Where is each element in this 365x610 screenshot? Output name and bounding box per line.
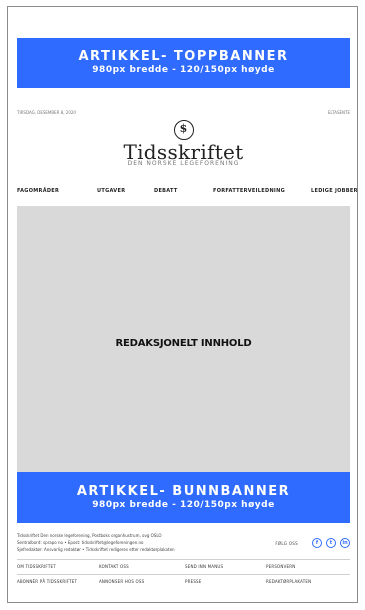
footer-link-kontakt-oss[interactable]: KONTAKT OSS (99, 564, 129, 569)
twitter-icon[interactable]: t (326, 538, 336, 548)
bottom-banner-title: ARTIKKEL- BUNNBANNER (76, 484, 291, 499)
page-mockup: ARTIKKEL- TOPPBANNER 980px bredde - 120/… (17, 38, 357, 596)
footer-links-row: ABONNÉR PÅ TIDSSKRIFTET ANNONSER HOS OSS… (17, 574, 350, 589)
header-right-text[interactable]: ELTASENTE (328, 110, 350, 115)
footer-link-annonser[interactable]: ANNONSER HOS OSS (99, 579, 144, 584)
footer-link-personvern[interactable]: PERSONVERN (266, 564, 295, 569)
footer-links-row: OM TIDSSKRIFTET KONTAKT OSS SEND INN MAN… (17, 559, 350, 574)
footer-info-line: Sjefredaktør: Ansvarlig redaktør • Tidss… (17, 547, 175, 552)
footer-link-send-inn-manus[interactable]: SEND INN MANUS (185, 564, 223, 569)
editorial-content-area: REDAKSJONELT INNHOLD (17, 206, 350, 472)
footer-link-om-tidsskriftet[interactable]: OM TIDSSKRIFTET (17, 564, 56, 569)
footer-info-line: Sentralbord: sprapo no • Epost: tidsskri… (17, 540, 144, 545)
nav-item-debatt[interactable]: DEBATT (154, 188, 178, 194)
main-nav: FAGOMRÅDER UTGAVER DEBATT FORFATTERVEILE… (17, 188, 357, 198)
nav-item-utgaver[interactable]: UTGAVER (97, 188, 125, 194)
bottom-banner-subtitle: 980px bredde - 120/150px høyde (92, 500, 275, 510)
twitter-glyph: t (329, 540, 333, 546)
social-links: FØLG OSS f t in (275, 536, 350, 550)
page-frame: ARTIKKEL- TOPPBANNER 980px bredde - 120/… (7, 6, 358, 603)
header-topline: TIRSDAG, DESEMBER 8, 2020 ELTASENTE (17, 110, 350, 118)
footer-info: Tidsskriftet Den norske legeforening, Po… (17, 532, 207, 553)
logo-emblem-symbol: $ (179, 122, 188, 135)
nav-item-forfatterveiledning[interactable]: FORFATTERVEILEDNING (213, 188, 285, 194)
social-label: FØLG OSS (275, 540, 298, 546)
footer-link-presse[interactable]: PRESSE (185, 579, 202, 584)
site-logo[interactable]: $ Tidsskriftet DEN NORSKE LEGEFORENING (17, 120, 350, 167)
bottom-banner[interactable]: ARTIKKEL- BUNNBANNER 980px bredde - 120/… (17, 472, 350, 523)
footer-links: OM TIDSSKRIFTET KONTAKT OSS SEND INN MAN… (17, 559, 350, 589)
top-banner[interactable]: ARTIKKEL- TOPPBANNER 980px bredde - 120/… (17, 38, 350, 88)
logo-emblem-icon: $ (173, 120, 194, 140)
footer-info-line: Tidsskriftet Den norske legeforening, Po… (17, 533, 162, 538)
facebook-icon[interactable]: f (312, 538, 322, 548)
top-banner-subtitle: 980px bredde - 120/150px høyde (92, 65, 275, 75)
footer-link-redaktorplakaten[interactable]: REDAKTØRPLAKATEN (266, 579, 311, 584)
logo-subtitle: DEN NORSKE LEGEFORENING (127, 160, 240, 167)
top-banner-title: ARTIKKEL- TOPPBANNER (78, 49, 289, 64)
nav-item-ledige-jobber[interactable]: LEDIGE JOBBER (311, 188, 358, 194)
linkedin-icon[interactable]: in (340, 538, 350, 548)
footer-link-abonner[interactable]: ABONNÉR PÅ TIDSSKRIFTET (17, 579, 77, 584)
editorial-content-label: REDAKSJONELT INNHOLD (115, 338, 252, 349)
header-date: TIRSDAG, DESEMBER 8, 2020 (17, 110, 76, 115)
nav-item-fagomrader[interactable]: FAGOMRÅDER (17, 188, 59, 194)
linkedin-glyph: in (342, 540, 348, 546)
facebook-glyph: f (315, 540, 319, 546)
